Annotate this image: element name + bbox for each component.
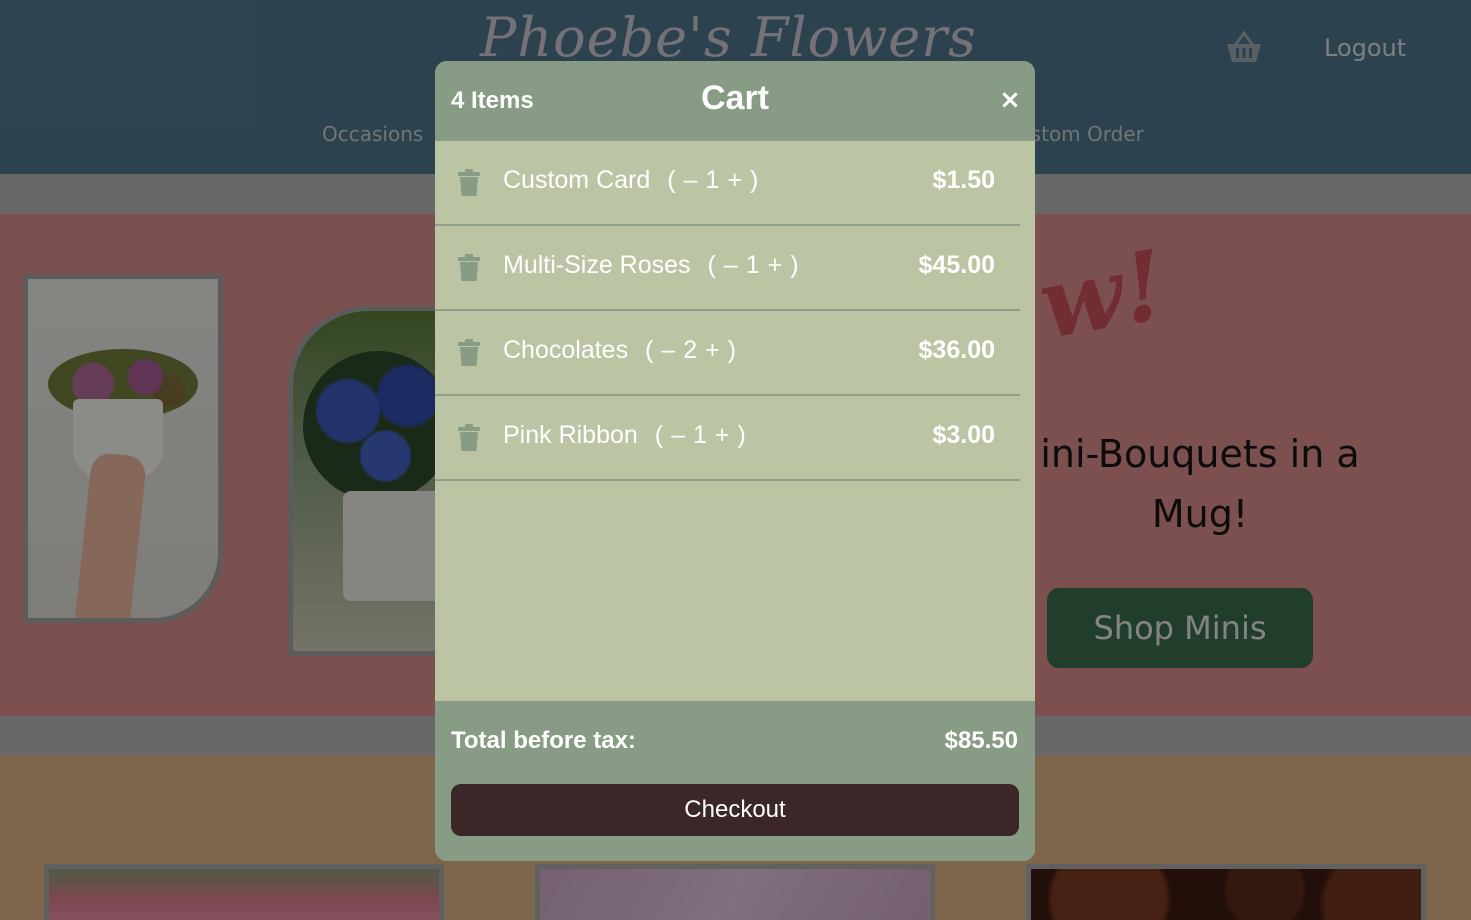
- cart-item-row: Chocolates (–2 +) $36.00: [435, 311, 1020, 396]
- cart-item-price: $1.50: [932, 166, 995, 194]
- qty-decrease-button[interactable]: –: [724, 251, 738, 280]
- cart-item-name: Chocolates (–2 +): [503, 336, 740, 365]
- qty-increase-button[interactable]: +: [715, 421, 730, 450]
- qty-decrease-button[interactable]: –: [671, 421, 685, 450]
- cart-item-price: $3.00: [932, 421, 995, 449]
- cart-item-row: Custom Card (–1 +) $1.50: [435, 141, 1020, 226]
- qty-increase-button[interactable]: +: [768, 251, 783, 280]
- quantity-stepper: (–1 +): [654, 421, 746, 450]
- trash-icon[interactable]: [458, 254, 480, 282]
- qty-decrease-button[interactable]: –: [684, 166, 698, 195]
- cart-item-name: Multi-Size Roses (–1 +): [503, 251, 803, 280]
- total-label: Total before tax:: [451, 727, 636, 754]
- cart-item-row: Pink Ribbon (–1 +) $3.00: [435, 396, 1020, 481]
- cart-footer: Total before tax: $85.50 Checkout: [435, 701, 1035, 861]
- qty-value: 2: [683, 336, 698, 364]
- cart-header: 4 Items Cart ×: [435, 61, 1035, 141]
- trash-icon[interactable]: [458, 424, 480, 452]
- cart-title: Cart: [700, 79, 770, 117]
- checkout-button[interactable]: Checkout: [451, 784, 1019, 836]
- qty-increase-button[interactable]: +: [727, 166, 742, 195]
- qty-value: 1: [745, 251, 760, 279]
- total-value: $85.50: [944, 727, 1018, 754]
- cart-modal: 4 Items Cart × Custom Card (–1+) $1.50: [435, 61, 1035, 861]
- cart-item-name: Custom Card (–1 +): [503, 166, 762, 195]
- cart-item-price: $45.00: [918, 251, 995, 279]
- qty-decrease-button[interactable]: –: [661, 336, 675, 365]
- trash-icon[interactable]: [458, 339, 480, 367]
- cart-items-list: Custom Card (–1 +) $1.50 Multi-Size Roses…: [435, 141, 1035, 481]
- quantity-stepper: (–1 +): [707, 251, 799, 280]
- quantity-stepper: (–2 +): [645, 336, 737, 365]
- qty-value: 1: [693, 421, 707, 449]
- close-icon[interactable]: ×: [997, 85, 1023, 115]
- cart-item-price: $36.00: [918, 336, 995, 364]
- trash-icon[interactable]: [458, 169, 480, 197]
- cart-item-name: Pink Ribbon (–1 +): [503, 421, 750, 450]
- quantity-stepper: (–1 +): [667, 166, 759, 195]
- cart-item-row: Multi-Size Roses (–1 +) $45.00: [435, 226, 1020, 311]
- qty-value: 1: [705, 166, 720, 194]
- qty-increase-button[interactable]: +: [705, 336, 720, 365]
